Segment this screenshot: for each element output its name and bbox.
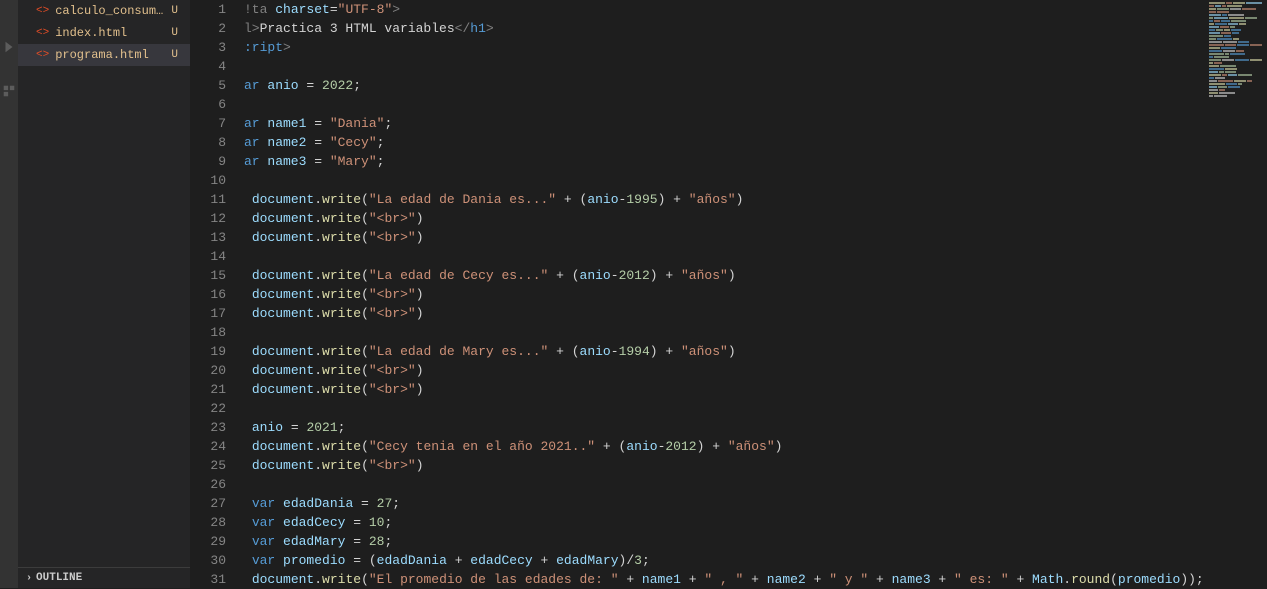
- file-item[interactable]: <> calculo_consum… U: [18, 0, 190, 22]
- line-number: 15: [190, 266, 226, 285]
- code-line[interactable]: [244, 475, 1207, 494]
- line-number: 1: [190, 0, 226, 19]
- line-number: 26: [190, 475, 226, 494]
- line-number: 24: [190, 437, 226, 456]
- code-line[interactable]: document.write("La edad de Mary es..." +…: [244, 342, 1207, 361]
- code-line[interactable]: var edadMary = 28;: [244, 532, 1207, 551]
- file-git-status: U: [171, 5, 182, 17]
- file-name: calculo_consum…: [55, 4, 163, 18]
- code-line[interactable]: document.write("<br>"): [244, 228, 1207, 247]
- file-git-status: U: [171, 49, 182, 61]
- file-name: programa.html: [55, 48, 149, 62]
- minimap[interactable]: [1207, 0, 1267, 588]
- line-number: 8: [190, 133, 226, 152]
- line-number: 17: [190, 304, 226, 323]
- file-name: index.html: [55, 26, 127, 40]
- code-line[interactable]: [244, 57, 1207, 76]
- line-number: 5: [190, 76, 226, 95]
- code-line[interactable]: [244, 95, 1207, 114]
- line-number: 9: [190, 152, 226, 171]
- line-number: 7: [190, 114, 226, 133]
- code-line[interactable]: [244, 323, 1207, 342]
- outline-label: OUTLINE: [36, 572, 82, 584]
- code-content[interactable]: !ta charset="UTF-8">l>Practica 3 HTML va…: [244, 0, 1207, 588]
- code-line[interactable]: ar anio = 2022;: [244, 76, 1207, 95]
- line-number: 6: [190, 95, 226, 114]
- line-number: 27: [190, 494, 226, 513]
- code-line[interactable]: document.write("<br>"): [244, 285, 1207, 304]
- line-number: 2: [190, 19, 226, 38]
- code-line[interactable]: document.write("<br>"): [244, 209, 1207, 228]
- code-line[interactable]: ar name3 = "Mary";: [244, 152, 1207, 171]
- code-line[interactable]: :ript>: [244, 38, 1207, 57]
- editor[interactable]: 1234567891011121314151617181920212223242…: [190, 0, 1267, 588]
- html-file-icon: <>: [36, 27, 49, 39]
- code-line[interactable]: var promedio = (edadDania + edadCecy + e…: [244, 551, 1207, 570]
- line-number: 13: [190, 228, 226, 247]
- line-number: 19: [190, 342, 226, 361]
- code-line[interactable]: document.write("<br>"): [244, 380, 1207, 399]
- code-line[interactable]: !ta charset="UTF-8">: [244, 0, 1207, 19]
- file-item[interactable]: <> index.html U: [18, 22, 190, 44]
- code-line[interactable]: document.write("<br>"): [244, 304, 1207, 323]
- line-number: 4: [190, 57, 226, 76]
- code-line[interactable]: anio = 2021;: [244, 418, 1207, 437]
- line-number: 21: [190, 380, 226, 399]
- html-file-icon: <>: [36, 5, 49, 17]
- code-line[interactable]: var edadDania = 27;: [244, 494, 1207, 513]
- code-line[interactable]: document.write("La edad de Cecy es..." +…: [244, 266, 1207, 285]
- code-line[interactable]: document.write("La edad de Dania es..." …: [244, 190, 1207, 209]
- line-number: 28: [190, 513, 226, 532]
- code-line[interactable]: document.write("El promedio de las edade…: [244, 570, 1207, 588]
- file-item[interactable]: <> programa.html U: [18, 44, 190, 66]
- line-number: 10: [190, 171, 226, 190]
- file-git-status: U: [171, 27, 182, 39]
- debug-icon[interactable]: [2, 40, 16, 54]
- extensions-icon[interactable]: [2, 84, 16, 98]
- line-number: 3: [190, 38, 226, 57]
- code-line[interactable]: l>Practica 3 HTML variables</h1>: [244, 19, 1207, 38]
- code-line[interactable]: ar name1 = "Dania";: [244, 114, 1207, 133]
- line-number: 16: [190, 285, 226, 304]
- chevron-right-icon: ›: [26, 573, 32, 584]
- line-number: 22: [190, 399, 226, 418]
- line-number-gutter: 1234567891011121314151617181920212223242…: [190, 0, 244, 588]
- line-number: 18: [190, 323, 226, 342]
- line-number: 29: [190, 532, 226, 551]
- line-number: 25: [190, 456, 226, 475]
- line-number: 12: [190, 209, 226, 228]
- activity-bar: [0, 0, 18, 588]
- line-number: 11: [190, 190, 226, 209]
- line-number: 23: [190, 418, 226, 437]
- file-explorer: <> calculo_consum… U <> index.html U <> program…: [18, 0, 190, 567]
- line-number: 20: [190, 361, 226, 380]
- line-number: 31: [190, 570, 226, 589]
- code-line[interactable]: [244, 247, 1207, 266]
- sidebar: <> calculo_consum… U <> index.html U <> program…: [18, 0, 190, 588]
- line-number: 30: [190, 551, 226, 570]
- code-line[interactable]: [244, 171, 1207, 190]
- code-line[interactable]: document.write("<br>"): [244, 456, 1207, 475]
- code-line[interactable]: ar name2 = "Cecy";: [244, 133, 1207, 152]
- line-number: 14: [190, 247, 226, 266]
- outline-section[interactable]: › OUTLINE: [18, 567, 190, 588]
- html-file-icon: <>: [36, 49, 49, 61]
- code-line[interactable]: document.write("<br>"): [244, 361, 1207, 380]
- code-line[interactable]: [244, 399, 1207, 418]
- code-line[interactable]: document.write("Cecy tenia en el año 202…: [244, 437, 1207, 456]
- code-line[interactable]: var edadCecy = 10;: [244, 513, 1207, 532]
